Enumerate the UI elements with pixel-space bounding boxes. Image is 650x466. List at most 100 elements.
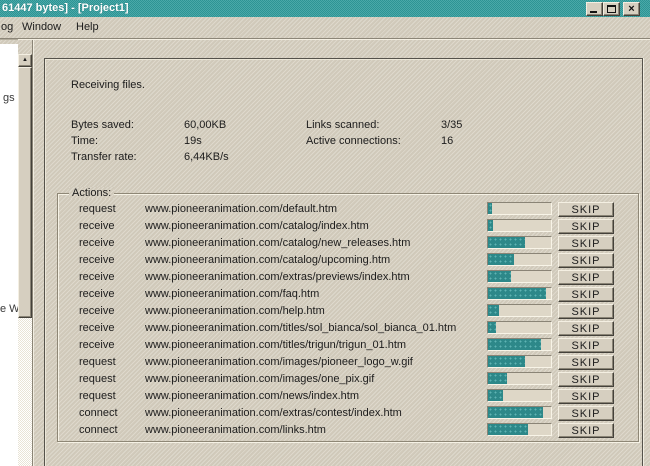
action-row: receive www.pioneeranimation.com/titles/… (57, 320, 639, 337)
progress-bar (487, 270, 552, 283)
progress-bar (487, 389, 552, 402)
action-url: www.pioneeranimation.com/extras/previews… (145, 271, 410, 283)
progress-bar (487, 355, 552, 368)
left-pane[interactable]: gs e We (0, 44, 18, 466)
minimize-icon (590, 11, 597, 13)
action-url: www.pioneeranimation.com/catalog/new_rel… (145, 237, 410, 249)
skip-button[interactable]: SKIP (558, 253, 614, 268)
time-label: Time: (71, 135, 98, 147)
links-scanned-value: 3/35 (441, 119, 462, 131)
progress-bar (487, 219, 552, 232)
transfer-rate-value: 6,44KB/s (184, 151, 229, 163)
close-icon: × (624, 3, 639, 15)
progress-bar (487, 338, 552, 351)
action-url: www.pioneeranimation.com/images/one_pix.… (145, 373, 374, 385)
progress-bar (487, 304, 552, 317)
skip-button[interactable]: SKIP (558, 372, 614, 387)
progress-bar (487, 253, 552, 266)
progress-fill (488, 390, 503, 401)
action-url: www.pioneeranimation.com/default.htm (145, 203, 337, 215)
action-url: www.pioneeranimation.com/images/pioneer_… (145, 356, 413, 368)
progress-fill (488, 407, 543, 418)
skip-button[interactable]: SKIP (558, 423, 614, 438)
time-value: 19s (184, 135, 202, 147)
action-url: www.pioneeranimation.com/news/index.htm (145, 390, 359, 402)
action-row: request www.pioneeranimation.com/news/in… (57, 388, 639, 405)
close-button[interactable]: × (623, 2, 640, 16)
skip-button[interactable]: SKIP (558, 219, 614, 234)
progress-fill (488, 220, 493, 231)
menu-bar: og Window Help (0, 17, 650, 38)
menu-separator-highlight (0, 39, 650, 40)
active-connections-value: 16 (441, 135, 453, 147)
progress-fill (488, 373, 507, 384)
action-url: www.pioneeranimation.com/catalog/index.h… (145, 220, 369, 232)
action-row: receive www.pioneeranimation.com/catalog… (57, 235, 639, 252)
scrollbar-thumb[interactable] (18, 67, 32, 318)
progress-bar (487, 321, 552, 334)
skip-button[interactable]: SKIP (558, 236, 614, 251)
action-url: www.pioneeranimation.com/extras/contest/… (145, 407, 402, 419)
skip-button[interactable]: SKIP (558, 321, 614, 336)
window-controls: × (586, 2, 640, 16)
action-type: request (79, 373, 116, 385)
skip-button[interactable]: SKIP (558, 338, 614, 353)
scrollbar-track[interactable] (18, 318, 32, 466)
title-bar: 61447 bytes] - [Project1] × (0, 0, 650, 17)
links-scanned-label: Links scanned: (306, 119, 379, 131)
action-row: receive www.pioneeranimation.com/catalog… (57, 218, 639, 235)
skip-button[interactable]: SKIP (558, 389, 614, 404)
action-row: receive www.pioneeranimation.com/faq.htm… (57, 286, 639, 303)
action-row: receive www.pioneeranimation.com/titles/… (57, 337, 639, 354)
action-type: receive (79, 237, 114, 249)
progress-bar (487, 287, 552, 300)
action-type: request (79, 203, 116, 215)
action-url: www.pioneeranimation.com/faq.htm (145, 288, 319, 300)
maximize-button[interactable] (603, 2, 620, 16)
progress-fill (488, 237, 525, 248)
menu-item-log[interactable]: og (1, 21, 13, 33)
action-row: request www.pioneeranimation.com/images/… (57, 371, 639, 388)
bytes-saved-label: Bytes saved: (71, 119, 134, 131)
active-connections-label: Active connections: (306, 135, 401, 147)
progress-fill (488, 271, 511, 282)
action-type: receive (79, 339, 114, 351)
action-url: www.pioneeranimation.com/catalog/upcomin… (145, 254, 390, 266)
action-row: receive www.pioneeranimation.com/help.ht… (57, 303, 639, 320)
progress-fill (488, 339, 541, 350)
progress-bar (487, 406, 552, 419)
window-title: 61447 bytes] - [Project1] (2, 1, 129, 16)
action-type: receive (79, 254, 114, 266)
menu-item-help[interactable]: Help (76, 21, 99, 33)
progress-bar (487, 202, 552, 215)
progress-bar (487, 236, 552, 249)
vertical-scrollbar: ▲ (18, 44, 32, 466)
progress-bar (487, 372, 552, 385)
action-row: connect www.pioneeranimation.com/extras/… (57, 405, 639, 422)
action-rows: request www.pioneeranimation.com/default… (57, 201, 639, 439)
action-row: receive www.pioneeranimation.com/extras/… (57, 269, 639, 286)
transfer-rate-label: Transfer rate: (71, 151, 137, 163)
progress-fill (488, 288, 546, 299)
left-pane-divider (0, 39, 18, 40)
skip-button[interactable]: SKIP (558, 287, 614, 302)
action-type: receive (79, 322, 114, 334)
skip-button[interactable]: SKIP (558, 355, 614, 370)
action-type: receive (79, 288, 114, 300)
scroll-up-button[interactable]: ▲ (18, 54, 32, 67)
dialog-status-heading: Receiving files. (71, 79, 145, 91)
skip-button[interactable]: SKIP (558, 202, 614, 217)
left-pane-text-fragment: gs (3, 92, 15, 104)
app-window: 61447 bytes] - [Project1] × og Window He… (0, 0, 650, 466)
action-type: receive (79, 220, 114, 232)
skip-button[interactable]: SKIP (558, 406, 614, 421)
skip-button[interactable]: SKIP (558, 270, 614, 285)
progress-fill (488, 254, 514, 265)
menu-item-window[interactable]: Window (22, 21, 61, 33)
action-type: connect (79, 407, 118, 419)
action-row: receive www.pioneeranimation.com/catalog… (57, 252, 639, 269)
action-url: www.pioneeranimation.com/titles/trigun/t… (145, 339, 406, 351)
action-type: connect (79, 424, 118, 436)
skip-button[interactable]: SKIP (558, 304, 614, 319)
minimize-button[interactable] (586, 2, 603, 16)
